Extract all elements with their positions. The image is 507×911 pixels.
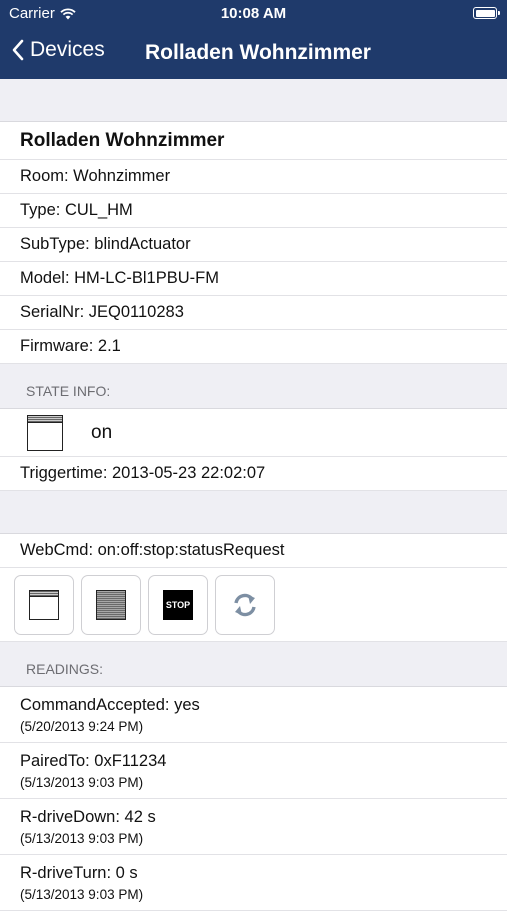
back-button[interactable]: Devices bbox=[12, 38, 105, 62]
reading-time: (5/13/2013 9:03 PM) bbox=[20, 775, 144, 790]
reading-label: CommandAccepted: yes bbox=[20, 696, 200, 714]
command-buttons: STOP bbox=[0, 568, 507, 642]
reading-label: R-driveTurn: 0 s bbox=[20, 864, 138, 882]
state-row: on bbox=[0, 409, 507, 457]
command-status-request-button[interactable] bbox=[215, 575, 275, 635]
blind-open-icon bbox=[27, 414, 63, 451]
reading-item: R-driveTurn: 0 s (5/13/2013 9:03 PM) bbox=[0, 855, 507, 911]
blind-open-icon bbox=[29, 590, 59, 620]
state-info-header: STATE INFO: bbox=[0, 364, 507, 409]
reading-label: R-driveDown: 42 s bbox=[20, 808, 156, 826]
stop-icon: STOP bbox=[163, 590, 193, 620]
device-serial: SerialNr: JEQ0110283 bbox=[0, 296, 507, 330]
reading-item: R-driveDown: 42 s (5/13/2013 9:03 PM) bbox=[0, 799, 507, 855]
command-off-button[interactable] bbox=[81, 575, 141, 635]
reading-label: PairedTo: 0xF11234 bbox=[20, 752, 167, 770]
reading-item: CommandAccepted: yes (5/20/2013 9:24 PM) bbox=[0, 687, 507, 743]
section-spacer bbox=[0, 79, 507, 122]
blind-closed-icon bbox=[96, 590, 126, 620]
trigger-time: Triggertime: 2013-05-23 22:02:07 bbox=[0, 457, 507, 491]
page-title: Rolladen Wohnzimmer bbox=[145, 41, 371, 64]
status-bar: Carrier 10:08 AM bbox=[0, 0, 507, 28]
clock: 10:08 AM bbox=[220, 5, 287, 22]
back-label: Devices bbox=[30, 38, 105, 61]
chevron-left-icon bbox=[12, 39, 24, 61]
device-name: Rolladen Wohnzimmer bbox=[0, 122, 507, 160]
webcmd-label: WebCmd: on:off:stop:statusRequest bbox=[0, 534, 507, 568]
navigation-bar: Devices Rolladen Wohnzimmer bbox=[0, 28, 507, 79]
refresh-icon bbox=[234, 593, 256, 617]
reading-time: (5/13/2013 9:03 PM) bbox=[20, 831, 144, 846]
device-detail: Rolladen Wohnzimmer Room: Wohnzimmer Typ… bbox=[0, 79, 507, 911]
battery-icon bbox=[473, 7, 500, 19]
section-spacer bbox=[0, 491, 507, 534]
device-model: Model: HM-LC-Bl1PBU-FM bbox=[0, 262, 507, 296]
device-type: Type: CUL_HM bbox=[0, 194, 507, 228]
state-value: on bbox=[91, 421, 113, 443]
reading-time: (5/20/2013 9:24 PM) bbox=[20, 719, 144, 734]
command-stop-button[interactable]: STOP bbox=[148, 575, 208, 635]
device-room: Room: Wohnzimmer bbox=[0, 160, 507, 194]
device-firmware: Firmware: 2.1 bbox=[0, 330, 507, 364]
command-on-button[interactable] bbox=[14, 575, 74, 635]
reading-item: PairedTo: 0xF11234 (5/13/2013 9:03 PM) bbox=[0, 743, 507, 799]
readings-header: READINGS: bbox=[0, 642, 507, 687]
device-subtype: SubType: blindActuator bbox=[0, 228, 507, 262]
